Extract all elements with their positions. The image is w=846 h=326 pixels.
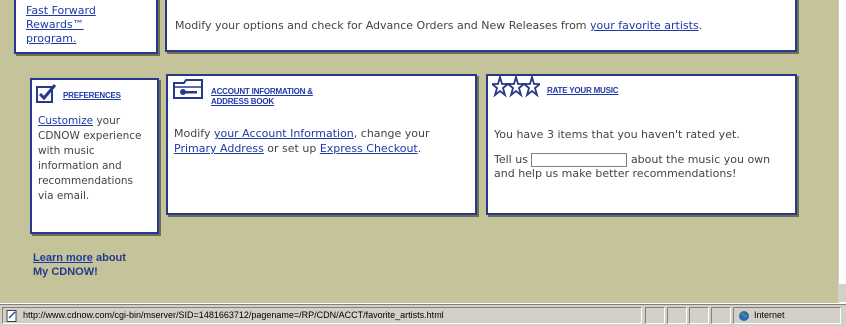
- preferences-header: PREFERENCES: [36, 84, 151, 110]
- preferences-text: Customize your CDNOW experience with mus…: [38, 115, 142, 202]
- three-stars-icon: [489, 73, 543, 98]
- rate-music-input[interactable]: [531, 153, 628, 167]
- customize-link[interactable]: Customize: [38, 115, 93, 127]
- learn-more-text: Learn more about My CDNOW!: [33, 252, 126, 278]
- rewards-link-line1: Fast Forward: [26, 4, 96, 17]
- preferences-box: PREFERENCES Customize your CDNOW experie…: [30, 78, 159, 234]
- rate-header: RATE YOUR MUSIC: [489, 73, 789, 114]
- status-zone-text: Internet: [754, 310, 785, 320]
- account-info-box: ACCOUNT INFORMATION & ADDRESS BOOK Modif…: [166, 74, 477, 215]
- browser-status-bar: http://www.cdnow.com/cgi-bin/mserver/SID…: [0, 303, 846, 326]
- rewards-box: Fast Forward Rewards™ program.: [14, 0, 158, 54]
- learn-more-link[interactable]: Learn more: [33, 252, 93, 264]
- checkbox-pencil-icon: [36, 84, 58, 104]
- globe-icon: [738, 310, 750, 322]
- express-checkout-link[interactable]: Express Checkout: [320, 142, 418, 155]
- account-header: ACCOUNT INFORMATION & ADDRESS BOOK: [172, 78, 469, 114]
- rewards-link-line3: program.: [26, 32, 77, 45]
- account-title-link[interactable]: ACCOUNT INFORMATION & ADDRESS BOOK: [211, 87, 313, 106]
- rewards-link-line2: Rewards™: [26, 18, 84, 31]
- rate-tell-us-text: Tell us about the music you own and help…: [494, 153, 771, 180]
- status-cell-blank-1: [645, 307, 665, 324]
- preferences-title-link[interactable]: PREFERENCES: [63, 91, 121, 100]
- scrollbar-down-arrow[interactable]: [838, 284, 846, 302]
- vertical-scrollbar[interactable]: [838, 0, 846, 303]
- status-cell-blank-3: [689, 307, 709, 324]
- status-zone-cell: Internet: [733, 307, 841, 324]
- folder-key-icon: [172, 78, 206, 102]
- status-cell-blank-2: [667, 307, 687, 324]
- favorite-artists-text: Modify your options and check for Advanc…: [175, 19, 703, 32]
- page-icon: [6, 310, 18, 322]
- rate-music-box: RATE YOUR MUSIC You have 3 items that yo…: [486, 73, 797, 215]
- status-url-cell: http://www.cdnow.com/cgi-bin/mserver/SID…: [2, 307, 642, 324]
- favorite-artists-box: Modify your options and check for Advanc…: [165, 0, 797, 52]
- account-information-link[interactable]: your Account Information: [214, 127, 354, 140]
- rate-title-link[interactable]: RATE YOUR MUSIC: [547, 86, 619, 95]
- rate-line1: You have 3 items that you haven't rated …: [494, 128, 740, 141]
- primary-address-link[interactable]: Primary Address: [174, 142, 264, 155]
- status-url-text: http://www.cdnow.com/cgi-bin/mserver/SID…: [23, 310, 444, 320]
- favorite-artists-link[interactable]: your favorite artists: [590, 19, 699, 32]
- fast-forward-rewards-link[interactable]: Fast Forward Rewards™ program.: [26, 4, 96, 45]
- status-cell-blank-4: [711, 307, 731, 324]
- account-text: Modify your Account Information, change …: [174, 127, 430, 155]
